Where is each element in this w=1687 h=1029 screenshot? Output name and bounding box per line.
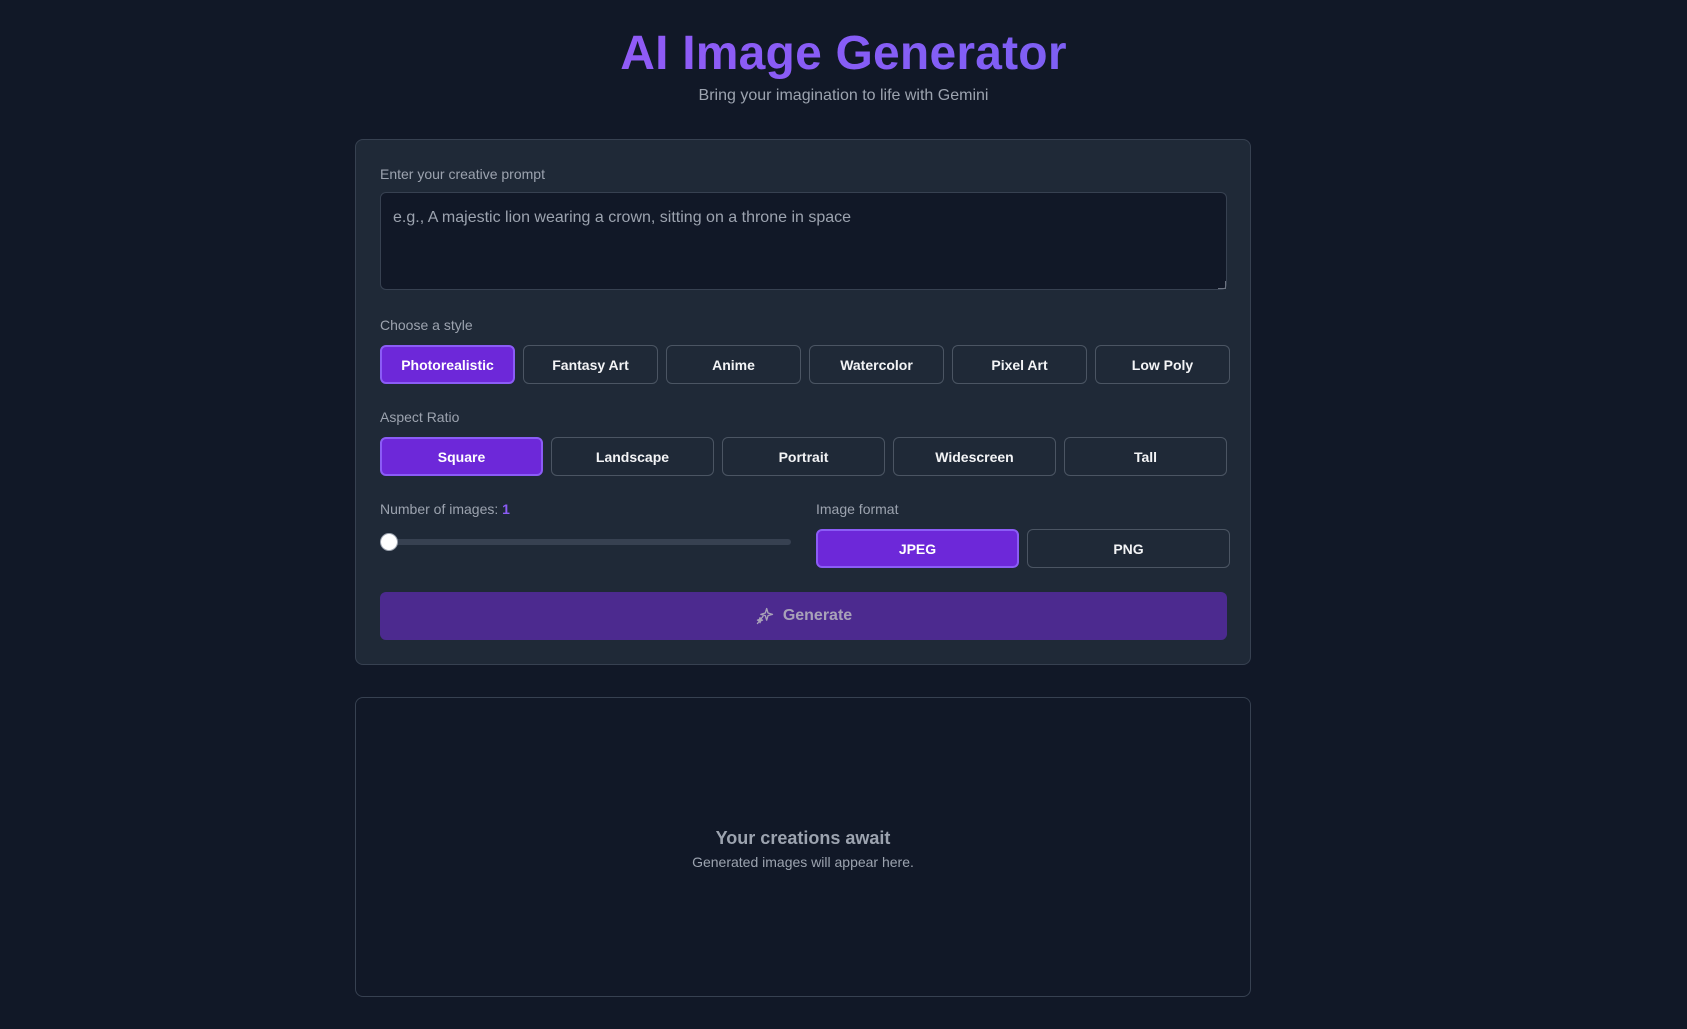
prompt-label: Enter your creative prompt <box>380 166 545 182</box>
style-option-low-poly[interactable]: Low Poly <box>1095 345 1230 384</box>
image-format-options: JPEG PNG <box>816 529 1230 568</box>
style-option-watercolor[interactable]: Watercolor <box>809 345 944 384</box>
sparkles-icon <box>756 607 773 625</box>
generator-panel: Enter your creative prompt Choose a styl… <box>355 139 1251 665</box>
style-option-pixel-art[interactable]: Pixel Art <box>952 345 1087 384</box>
aspect-option-square[interactable]: Square <box>380 437 543 476</box>
image-count-label: Number of images: 1 <box>380 500 510 518</box>
generate-button-label: Generate <box>782 607 853 624</box>
aspect-option-tall[interactable]: Tall <box>1064 437 1227 476</box>
image-count-text: Number of images: <box>380 501 499 517</box>
resize-handle-icon[interactable] <box>1218 281 1226 289</box>
image-format-label: Image format <box>816 501 899 517</box>
style-option-fantasy-art[interactable]: Fantasy Art <box>523 345 658 384</box>
empty-state-subtitle: Generated images will appear here. <box>692 854 914 870</box>
aspect-option-landscape[interactable]: Landscape <box>551 437 714 476</box>
style-options: Photorealistic Fantasy Art Anime Waterco… <box>380 345 1230 384</box>
generate-button[interactable]: Generate <box>380 592 1227 640</box>
style-option-photorealistic[interactable]: Photorealistic <box>380 345 515 384</box>
image-count-value: 1 <box>502 501 510 517</box>
page-title: AI Image Generator <box>0 22 1687 86</box>
image-count-slider-thumb[interactable] <box>380 533 398 551</box>
style-option-anime[interactable]: Anime <box>666 345 801 384</box>
image-count-slider-track[interactable] <box>380 539 791 545</box>
empty-state-title: Your creations await <box>715 828 891 848</box>
format-option-png[interactable]: PNG <box>1027 529 1230 568</box>
style-label: Choose a style <box>380 317 473 333</box>
page-subtitle: Bring your imagination to life with Gemi… <box>698 87 989 104</box>
aspect-ratio-label: Aspect Ratio <box>380 409 460 425</box>
aspect-ratio-options: Square Landscape Portrait Widescreen Tal… <box>380 437 1227 476</box>
prompt-input[interactable] <box>380 192 1227 290</box>
aspect-option-portrait[interactable]: Portrait <box>722 437 885 476</box>
format-option-jpeg[interactable]: JPEG <box>816 529 1019 568</box>
results-panel: Your creations await Generated images wi… <box>355 697 1251 997</box>
aspect-option-widescreen[interactable]: Widescreen <box>893 437 1056 476</box>
